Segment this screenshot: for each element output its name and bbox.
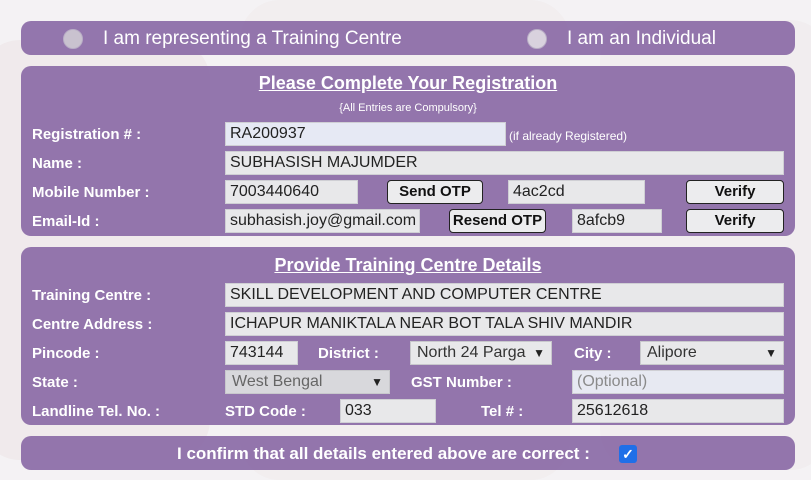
checkmark-icon: ✓ — [622, 446, 634, 462]
mobile-otp-input[interactable]: 4ac2cd — [508, 180, 645, 204]
district-value: North 24 Parga — [417, 344, 526, 361]
tel-label: Tel # : — [481, 403, 524, 420]
gst-label: GST Number : — [411, 374, 512, 391]
registration-subtitle: {All Entries are Compulsory} — [339, 102, 477, 114]
mobile-input[interactable]: 7003440640 — [225, 180, 358, 204]
radio-individual[interactable]: I am an Individual — [527, 28, 716, 50]
registration-note: (if already Registered) — [509, 129, 628, 143]
pincode-label: Pincode : — [32, 345, 100, 362]
centre-address-input[interactable]: ICHAPUR MANIKTALA NEAR BOT TALA SHIV MAN… — [225, 312, 784, 336]
state-select[interactable]: West Bengal ▼ — [225, 370, 390, 394]
registration-type-panel: I am representing a Training Centre I am… — [21, 21, 795, 55]
radio-training-centre-label: I am representing a Training Centre — [103, 28, 402, 49]
city-select[interactable]: Alipore ▼ — [640, 341, 784, 365]
district-label: District : — [318, 345, 379, 362]
name-input[interactable]: SUBHASISH MAJUMDER — [225, 151, 784, 175]
confirm-text: I confirm that all details entered above… — [177, 444, 590, 463]
training-centre-panel: Provide Training Centre Details Training… — [21, 247, 795, 425]
name-label: Name : — [32, 155, 83, 172]
radio-training-centre[interactable]: I am representing a Training Centre — [63, 28, 402, 50]
email-label: Email-Id : — [32, 213, 100, 230]
chevron-down-icon: ▼ — [371, 375, 383, 389]
training-centre-label: Training Centre : — [32, 287, 152, 304]
registration-number-input[interactable]: RA200937 — [225, 122, 506, 146]
send-otp-button[interactable]: Send OTP — [387, 180, 483, 204]
verify-mobile-button[interactable]: Verify — [686, 180, 784, 204]
tel-input[interactable]: 25612618 — [572, 399, 784, 423]
pincode-input[interactable]: 743144 — [225, 341, 298, 365]
landline-label: Landline Tel. No. : — [32, 403, 161, 420]
verify-email-button[interactable]: Verify — [686, 209, 784, 233]
centre-address-label: Centre Address : — [32, 316, 153, 333]
radio-individual-label: I am an Individual — [567, 28, 716, 49]
radio-circle-icon[interactable] — [527, 29, 547, 49]
city-label: City : — [574, 345, 612, 362]
chevron-down-icon: ▼ — [533, 346, 545, 360]
registration-number-label: Registration # : — [32, 126, 142, 143]
training-centre-input[interactable]: SKILL DEVELOPMENT AND COMPUTER CENTRE — [225, 283, 784, 307]
registration-title: Please Complete Your Registration — [258, 73, 558, 93]
email-input[interactable]: subhasish.joy@gmail.com — [225, 209, 420, 233]
registration-panel: Please Complete Your Registration {All E… — [21, 66, 795, 236]
std-code-input[interactable]: 033 — [340, 399, 436, 423]
state-value: West Bengal — [232, 373, 323, 390]
mobile-label: Mobile Number : — [32, 184, 150, 201]
radio-circle-icon[interactable] — [63, 29, 83, 49]
state-label: State : — [32, 374, 78, 391]
training-centre-title: Provide Training Centre Details — [274, 255, 542, 275]
confirm-checkbox[interactable]: ✓ — [619, 445, 637, 463]
district-select[interactable]: North 24 Parga ▼ — [410, 341, 552, 365]
resend-otp-button[interactable]: Resend OTP — [449, 209, 546, 233]
city-value: Alipore — [647, 344, 697, 361]
std-code-label: STD Code : — [225, 403, 306, 420]
confirm-panel: I confirm that all details entered above… — [21, 436, 795, 470]
gst-input[interactable]: (Optional) — [572, 370, 784, 394]
email-otp-input[interactable]: 8afcb9 — [572, 209, 662, 233]
chevron-down-icon: ▼ — [765, 346, 777, 360]
